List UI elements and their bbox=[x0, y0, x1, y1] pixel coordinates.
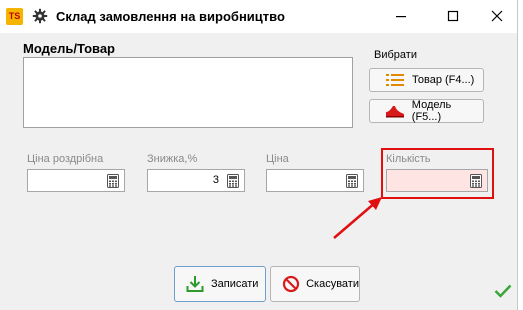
discount-input[interactable]: 3 bbox=[147, 169, 245, 192]
retail-price-label: Ціна роздрібна bbox=[27, 153, 104, 165]
calculator-icon[interactable] bbox=[227, 174, 239, 188]
model-product-textarea[interactable] bbox=[23, 57, 353, 128]
download-icon bbox=[185, 274, 205, 294]
calculator-icon[interactable] bbox=[346, 174, 358, 188]
title-bar: TS Склад замовлення на виробництво bbox=[0, 0, 517, 33]
price-label: Ціна bbox=[266, 153, 289, 165]
product-select-button[interactable]: Товар (F4...) bbox=[369, 68, 484, 92]
maximize-icon bbox=[447, 10, 459, 22]
model-select-button[interactable]: Модель (F5...) bbox=[369, 99, 484, 123]
calculator-icon[interactable] bbox=[107, 174, 119, 188]
save-button[interactable]: Записати bbox=[174, 266, 266, 302]
app-logo-icon: TS bbox=[6, 8, 23, 25]
shoe-icon bbox=[384, 104, 406, 118]
minimize-button[interactable] bbox=[386, 4, 416, 28]
background-window-strip bbox=[518, 0, 523, 310]
list-icon bbox=[384, 73, 406, 87]
close-icon bbox=[491, 10, 503, 22]
prohibit-icon bbox=[281, 274, 300, 294]
window-title: Склад замовлення на виробництво bbox=[56, 9, 285, 24]
discount-label: Знижка,% bbox=[147, 153, 198, 165]
gear-icon[interactable] bbox=[32, 8, 48, 24]
checkmark-icon bbox=[494, 284, 512, 298]
discount-value: 3 bbox=[212, 174, 219, 186]
choose-label: Вибрати bbox=[374, 49, 417, 61]
cancel-button[interactable]: Скасувати bbox=[270, 266, 360, 302]
product-select-label: Товар (F4...) bbox=[412, 74, 475, 86]
dialog-window: TS Склад замовлення на виробництво Модел… bbox=[0, 0, 518, 310]
price-input[interactable] bbox=[266, 169, 364, 192]
save-button-label: Записати bbox=[211, 278, 259, 290]
pointer-arrow bbox=[333, 197, 382, 239]
cancel-button-label: Скасувати bbox=[306, 278, 359, 290]
maximize-button[interactable] bbox=[438, 4, 468, 28]
retail-price-input[interactable] bbox=[27, 169, 125, 192]
model-product-label: Модель/Товар bbox=[23, 41, 115, 56]
close-button[interactable] bbox=[482, 4, 512, 28]
quantity-highlight-box bbox=[381, 148, 494, 199]
minimize-icon bbox=[396, 16, 406, 18]
model-select-label: Модель (F5...) bbox=[411, 99, 452, 123]
